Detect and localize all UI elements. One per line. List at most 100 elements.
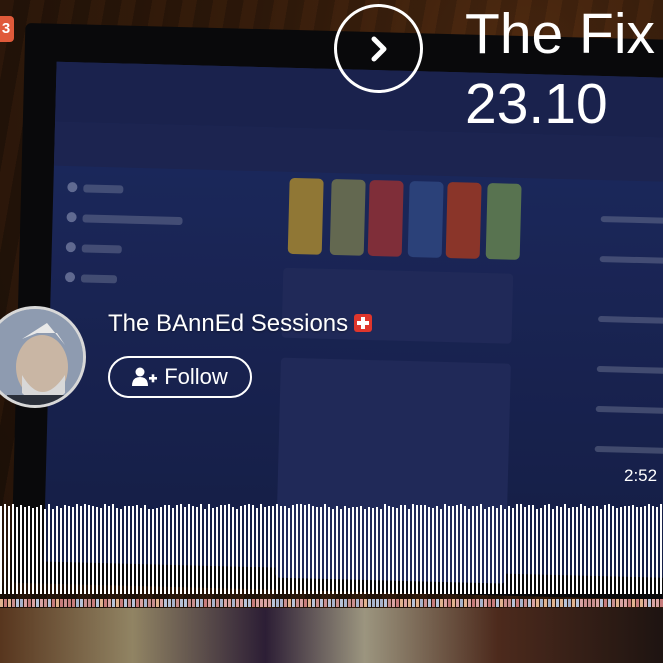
waveform-reflection bbox=[464, 599, 467, 607]
waveform-bar bbox=[156, 508, 158, 594]
waveform-reflection bbox=[252, 599, 255, 607]
waveform-bar bbox=[324, 504, 326, 594]
waveform-reflection bbox=[48, 599, 51, 607]
waveform-reflection bbox=[284, 599, 287, 607]
waveform-bar bbox=[652, 506, 654, 594]
waveform-reflection bbox=[328, 599, 331, 607]
waveform-bar bbox=[588, 508, 590, 594]
waveform-bar bbox=[32, 508, 34, 594]
waveform-bar bbox=[208, 504, 210, 594]
waveform-reflection bbox=[608, 599, 611, 607]
waveform-reflection bbox=[96, 599, 99, 607]
waveform-bar bbox=[592, 506, 594, 594]
waveform-bar bbox=[276, 504, 278, 594]
waveform-reflection bbox=[192, 599, 195, 607]
waveform-reflection bbox=[592, 599, 595, 607]
uploader-name-row[interactable]: The BAnnEd Sessions bbox=[108, 310, 373, 338]
waveform-reflection bbox=[504, 599, 507, 607]
waveform-bar bbox=[464, 506, 466, 594]
waveform-bar bbox=[148, 509, 150, 594]
waveform-bar bbox=[428, 507, 430, 594]
waveform-reflection bbox=[0, 599, 3, 607]
waveform-reflection bbox=[576, 599, 579, 607]
waveform-reflection bbox=[204, 599, 207, 607]
waveform-bar bbox=[632, 505, 634, 594]
waveform-reflection bbox=[228, 599, 231, 607]
waveform-reflection bbox=[556, 599, 559, 607]
waveform-bar bbox=[284, 506, 286, 594]
waveform-reflection bbox=[300, 599, 303, 607]
track-title-line1[interactable]: The Fix bbox=[465, 6, 655, 63]
waveform-bar bbox=[552, 509, 554, 594]
next-track-button[interactable] bbox=[334, 4, 423, 93]
waveform-reflection bbox=[140, 599, 143, 607]
waveform-bar bbox=[124, 506, 126, 594]
waveform-reflection bbox=[568, 599, 571, 607]
waveform-reflection bbox=[116, 599, 119, 607]
waveform-bar bbox=[516, 504, 518, 594]
waveform-reflection bbox=[520, 599, 523, 607]
waveform-reflection bbox=[356, 599, 359, 607]
waveform-reflection bbox=[396, 599, 399, 607]
waveform-reflection bbox=[20, 599, 23, 607]
waveform-reflection bbox=[500, 599, 503, 607]
follow-button[interactable]: Follow bbox=[108, 356, 252, 398]
waveform-bar bbox=[12, 504, 14, 594]
waveform-bar bbox=[196, 507, 198, 594]
waveform-bar bbox=[52, 509, 54, 594]
waveform-reflection bbox=[264, 599, 267, 607]
waveform-bar bbox=[360, 506, 362, 594]
waveform-reflection bbox=[248, 599, 251, 607]
waveform-reflection bbox=[320, 599, 323, 607]
waveform-bar bbox=[44, 509, 46, 594]
waveform-reflection bbox=[624, 599, 627, 607]
waveform-bar bbox=[580, 504, 582, 594]
waveform-bar bbox=[432, 508, 434, 594]
waveform-reflection bbox=[280, 599, 283, 607]
waveform-reflection bbox=[600, 599, 603, 607]
waveform-reflection bbox=[364, 599, 367, 607]
waveform-reflection bbox=[360, 599, 363, 607]
waveform-reflection bbox=[52, 599, 55, 607]
waveform-reflection bbox=[136, 599, 139, 607]
waveform-reflection bbox=[28, 599, 31, 607]
uploader-name[interactable]: The BAnnEd Sessions bbox=[108, 310, 348, 337]
waveform-bar bbox=[640, 507, 642, 594]
waveform-bar bbox=[396, 508, 398, 594]
waveform-bar bbox=[172, 508, 174, 594]
waveform-reflection bbox=[148, 599, 151, 607]
waveform-reflection bbox=[296, 599, 299, 607]
waveform-reflection bbox=[560, 599, 563, 607]
waveform-reflection bbox=[12, 599, 15, 607]
waveform-reflection bbox=[620, 599, 623, 607]
waveform-reflection bbox=[56, 599, 59, 607]
waveform-reflection bbox=[164, 599, 167, 607]
waveform-bar bbox=[508, 506, 510, 594]
waveform-bar bbox=[600, 509, 602, 594]
waveform-reflection bbox=[332, 599, 335, 607]
waveform-reflection bbox=[72, 599, 75, 607]
waveform-bar bbox=[112, 504, 114, 594]
waveform-reflection bbox=[368, 599, 371, 607]
waveform-bar bbox=[36, 507, 38, 594]
waveform-bar bbox=[560, 507, 562, 594]
waveform-bar bbox=[496, 508, 498, 594]
waveform-reflection bbox=[200, 599, 203, 607]
waveform-reflection bbox=[352, 599, 355, 607]
waveform[interactable] bbox=[0, 498, 663, 608]
waveform-reflection bbox=[392, 599, 395, 607]
waveform-bar bbox=[564, 504, 566, 594]
waveform-bar bbox=[608, 504, 610, 594]
waveform-bar bbox=[120, 509, 122, 594]
waveform-reflection bbox=[388, 599, 391, 607]
waveform-reflection bbox=[108, 599, 111, 607]
track-title-line2[interactable]: 23.10 bbox=[465, 76, 608, 133]
waveform-bar bbox=[532, 505, 534, 594]
waveform-bar bbox=[56, 506, 58, 594]
waveform-reflection bbox=[156, 599, 159, 607]
waveform-reflection bbox=[472, 599, 475, 607]
waveform-reflection bbox=[468, 599, 471, 607]
waveform-bar bbox=[336, 506, 338, 594]
waveform-bar bbox=[356, 507, 358, 594]
waveform-reflection bbox=[632, 599, 635, 607]
